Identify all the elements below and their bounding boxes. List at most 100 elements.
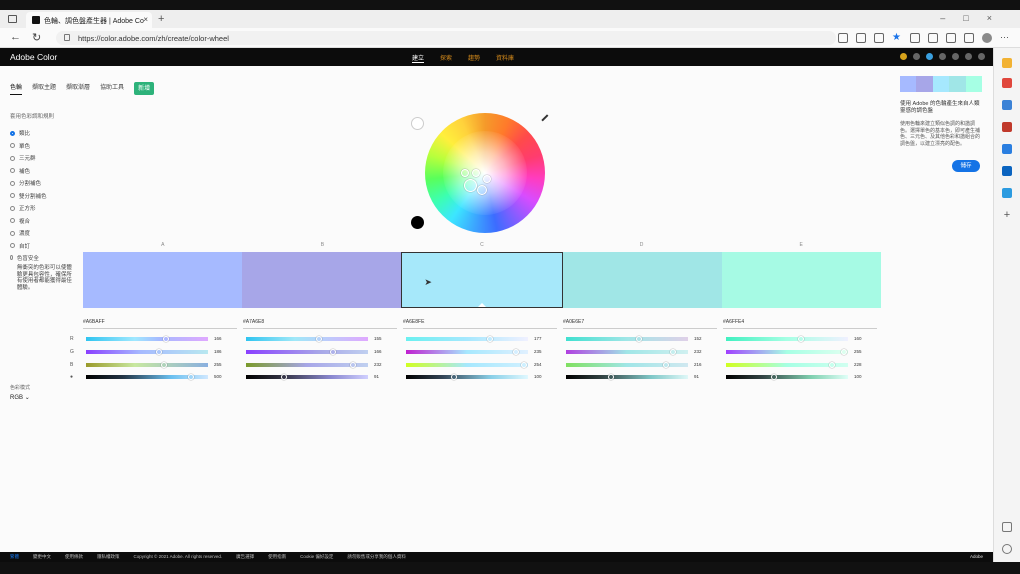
slider-knob[interactable] — [520, 362, 527, 368]
slider-value[interactable]: 500 — [214, 374, 222, 379]
radio-icon[interactable] — [10, 218, 15, 224]
slider-value[interactable]: 91 — [374, 374, 379, 379]
footer-guide[interactable]: 使用指南 — [268, 554, 286, 560]
swatch-c[interactable]: ➤ — [401, 252, 563, 308]
slider-value[interactable]: 155 — [374, 336, 382, 341]
slider-track[interactable] — [406, 374, 528, 380]
swatch-b[interactable] — [242, 252, 402, 308]
app-icon[interactable] — [874, 33, 884, 43]
slider-knob[interactable] — [451, 374, 458, 380]
slider-knob[interactable] — [635, 336, 642, 342]
swatch-e[interactable] — [721, 252, 882, 308]
slider-track[interactable] — [566, 362, 688, 368]
menu-library[interactable]: 資料庫 — [496, 53, 514, 63]
footer-change-language[interactable]: 變更中文 — [33, 554, 51, 560]
slider-track[interactable] — [246, 336, 368, 342]
slider-track[interactable] — [566, 374, 688, 380]
address-bar[interactable]: https://color.adobe.com/zh/create/color-… — [56, 31, 836, 45]
slider-knob[interactable] — [797, 336, 804, 342]
wheel-handle[interactable] — [483, 175, 491, 183]
slider-track[interactable] — [726, 349, 848, 355]
swatch-d[interactable] — [562, 252, 722, 308]
slider-knob[interactable] — [329, 349, 336, 355]
wheel-handle[interactable] — [472, 169, 480, 177]
slider-knob[interactable] — [161, 362, 168, 368]
slider-knob[interactable] — [829, 362, 836, 368]
apps-icon[interactable] — [926, 53, 933, 60]
slider-knob[interactable] — [315, 336, 322, 342]
slider-value[interactable]: 166 — [214, 336, 222, 341]
radio-icon[interactable] — [10, 205, 15, 211]
language-icon[interactable] — [965, 53, 972, 60]
slider-value[interactable]: 166 — [374, 349, 382, 354]
rule-complementary[interactable]: 補色 — [10, 165, 72, 178]
back-icon[interactable]: ← — [10, 31, 21, 43]
eyedropper-icon[interactable] — [541, 114, 553, 126]
slider-track[interactable] — [86, 374, 208, 380]
wheel-handle[interactable] — [477, 185, 487, 195]
slider-track[interactable] — [246, 349, 368, 355]
slider-knob[interactable] — [670, 349, 677, 355]
slider-value[interactable]: 216 — [694, 362, 702, 367]
tab-extract-gradient[interactable]: 擷取漸層 — [66, 82, 90, 95]
palette-preview[interactable] — [900, 76, 983, 92]
slider-track[interactable] — [726, 362, 848, 368]
edge-settings-icon[interactable] — [1002, 544, 1012, 554]
slider-value[interactable]: 186 — [214, 349, 222, 354]
slider-value[interactable]: 152 — [694, 336, 702, 341]
slider-value[interactable]: 160 — [854, 336, 862, 341]
slider-knob[interactable] — [663, 362, 670, 368]
slider-knob[interactable] — [607, 374, 614, 380]
slider-track[interactable] — [566, 349, 688, 355]
edge-shopping-icon[interactable] — [1002, 78, 1012, 88]
menu-explore[interactable]: 探索 — [440, 53, 452, 63]
radio-icon[interactable] — [10, 143, 15, 149]
rule-square[interactable]: 正方形 — [10, 202, 72, 215]
slider-knob[interactable] — [771, 374, 778, 380]
rule-custom[interactable]: 自訂 — [10, 240, 72, 253]
window-controls[interactable]: –□× — [940, 13, 1010, 23]
hex-input[interactable]: #A7A6E8 — [243, 319, 397, 329]
tab-color-wheel[interactable]: 色輪 — [10, 82, 23, 95]
radio-icon[interactable] — [10, 193, 15, 199]
radio-icon[interactable] — [10, 243, 15, 249]
collections-icon[interactable] — [946, 33, 956, 43]
edge-office-icon[interactable] — [1002, 144, 1012, 154]
edge-tools-icon[interactable] — [1002, 100, 1012, 110]
slider-track[interactable] — [726, 374, 848, 380]
help-icon[interactable] — [913, 53, 920, 60]
swatch-a[interactable] — [83, 252, 243, 308]
rule-shades[interactable]: 濃度 — [10, 227, 72, 240]
slider-value[interactable]: 232 — [374, 362, 382, 367]
footer-terms[interactable]: 使用條款 — [65, 554, 83, 560]
edge-add-icon[interactable]: + — [1002, 210, 1012, 221]
hex-input[interactable]: #A6BAFF — [83, 319, 237, 329]
slider-track[interactable] — [726, 336, 848, 342]
user-icon[interactable] — [978, 53, 985, 60]
wheel-handle-base[interactable] — [464, 179, 477, 192]
edge-games-icon[interactable] — [1002, 122, 1012, 132]
profile-avatar[interactable] — [982, 33, 992, 43]
extensions-icon[interactable] — [910, 33, 920, 43]
checkbox-icon[interactable] — [10, 255, 13, 260]
radio-icon[interactable] — [10, 130, 15, 136]
slider-value[interactable]: 177 — [534, 336, 542, 341]
slider-track[interactable] — [406, 362, 528, 368]
more-menu-icon[interactable]: ··· — [1000, 33, 1010, 43]
slider-track[interactable] — [406, 349, 528, 355]
edge-send-icon[interactable] — [1002, 188, 1012, 198]
tab-actions-icon[interactable] — [8, 15, 17, 23]
slider-value[interactable]: 232 — [694, 349, 702, 354]
color-wheel[interactable] — [425, 113, 545, 233]
slider-knob[interactable] — [280, 374, 287, 380]
hex-input[interactable]: #A6FFE4 — [723, 319, 877, 329]
notifications-icon[interactable] — [939, 53, 946, 60]
brightness-black-circle[interactable] — [411, 216, 424, 229]
tab-extract-theme[interactable]: 擷取主題 — [32, 82, 56, 95]
slider-value[interactable]: 228 — [854, 362, 862, 367]
slider-track[interactable] — [566, 336, 688, 342]
slider-value[interactable]: 255 — [854, 349, 862, 354]
color-blind-safe-toggle[interactable]: 色盲安全 無衝突的色彩可以使體驗更具包容性，確保所有使用者都能獲得最佳體驗。 — [10, 254, 72, 291]
edge-screenshot-icon[interactable] — [1002, 522, 1012, 532]
slider-track[interactable] — [86, 362, 208, 368]
